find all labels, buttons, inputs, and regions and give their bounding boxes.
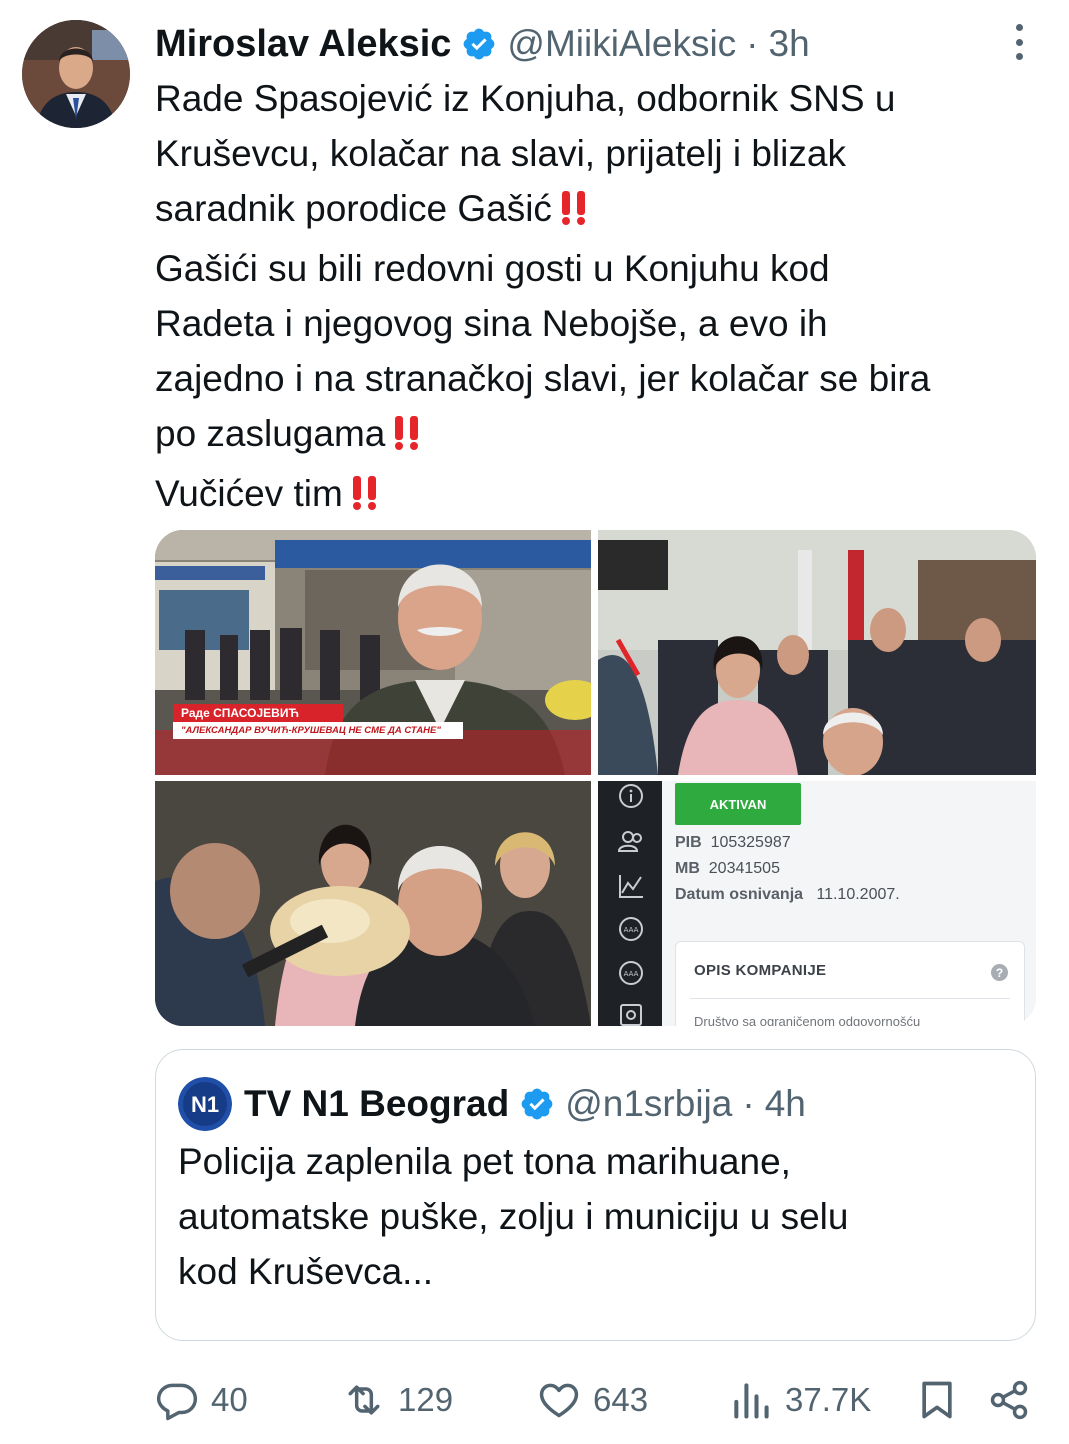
share-icon <box>987 1378 1031 1422</box>
tweet-line-text: po zaslugama <box>155 413 386 454</box>
document-icon <box>616 1001 646 1026</box>
reply-button[interactable]: 40 <box>155 1370 248 1430</box>
bookmark-icon <box>915 1378 959 1422</box>
tweet-line: Rade Spasojević iz Konjuha, odbornik SNS… <box>155 78 896 119</box>
media-photo-party-event[interactable] <box>598 530 1036 775</box>
like-button[interactable]: 643 <box>537 1370 648 1430</box>
founded-label: Datum osnivanja <box>675 886 804 903</box>
quoted-line: automatske puške, zolju i municiju u sel… <box>178 1196 849 1237</box>
media-photo-tv-interview[interactable]: Раде СПАСОЈЕВИЋ "АЛЕКСАНДАР ВУЧИЋ-КРУШЕВ… <box>155 530 591 775</box>
company-description-card: OPIS KOMPANIJE ? Društvo sa ograničenom … <box>675 941 1025 1026</box>
quoted-author-handle: @n1srbija <box>565 1083 733 1124</box>
pib-row: PIB 105325987 <box>675 834 791 852</box>
tweet-line-text: saradnik porodice Gašić <box>155 188 552 229</box>
mb-value: 20341505 <box>708 860 780 877</box>
media-company-registry[interactable]: AAA AAA AKTIVAN PIB 105325987 MB 2034150… <box>598 781 1036 1026</box>
quoted-tweet-time: 4h <box>764 1083 806 1124</box>
dot-separator: · <box>742 1083 755 1124</box>
founded-value: 11.10.2007. <box>816 886 900 903</box>
chart-line-icon <box>616 871 646 901</box>
tweet-line: saradnik porodice Gašić <box>155 181 1045 241</box>
tweet-line: Vučićev tim <box>155 466 1045 526</box>
retweet-count: 129 <box>398 1381 454 1418</box>
svg-text:AAA: AAA <box>624 926 639 934</box>
retweet-button[interactable]: 129 <box>342 1370 453 1430</box>
tweet-line: Gašići su bili redovni gosti u Konjuhu k… <box>155 248 830 289</box>
more-options-icon[interactable] <box>1009 22 1029 62</box>
quoted-line: Policija zaplenila pet tona marihuane, <box>178 1141 791 1182</box>
double-exclamation-emoji-icon <box>349 471 381 526</box>
svg-text:AAA: AAA <box>624 970 639 978</box>
rating-icon: AAA <box>616 958 646 988</box>
tweet-line: Kruševcu, kolačar na slavi, prijatelj i … <box>155 133 846 174</box>
tv-caption-quote: "АЛЕКСАНДАР ВУЧИЋ-КРУШЕВАЦ НЕ СМЕ ДА СТА… <box>173 722 463 739</box>
media-photo-bread-ritual[interactable] <box>155 781 591 1026</box>
tweet-line: Radeta i njegovog sina Nebojše, a evo ih <box>155 303 828 344</box>
media-grid: Раде СПАСОЈЕВИЋ "АЛЕКСАНДАР ВУЧИЋ-КРУШЕВ… <box>155 530 1036 1026</box>
quoted-header: TV N1 Beograd @n1srbija · 4h <box>244 1077 806 1131</box>
registry-sidebar: AAA AAA <box>598 781 662 1026</box>
retweet-icon <box>342 1378 386 1422</box>
views-chart-icon <box>729 1378 773 1422</box>
divider <box>690 998 1010 999</box>
tweet-header: Miroslav Aleksic @MiikiAleksic · 3h <box>155 20 810 68</box>
tweet-line: po zaslugama <box>155 406 1045 466</box>
help-icon[interactable]: ? <box>991 964 1008 981</box>
verified-badge-icon <box>519 1086 555 1122</box>
rating-icon: AAA <box>616 914 646 944</box>
quoted-author-name: TV N1 Beograd <box>244 1083 510 1124</box>
reply-count: 40 <box>211 1381 248 1418</box>
tweet-action-bar: 40 129 643 37.7K <box>155 1370 1035 1430</box>
description-text: Društvo sa ograničenom odgovornošću <box>694 1014 921 1026</box>
quoted-line: kod Kruševca... <box>178 1251 434 1292</box>
bookmark-button[interactable] <box>915 1370 959 1430</box>
tweet-line-text: Vučićev tim <box>155 473 343 514</box>
users-icon <box>616 827 646 857</box>
tv-caption-name: Раде СПАСОЈЕВИЋ <box>173 704 343 722</box>
info-icon <box>616 783 646 813</box>
tweet-line: zajedno i na stranačkoj slavi, jer kolač… <box>155 358 931 399</box>
tweet-time[interactable]: 3h <box>769 23 810 65</box>
reply-icon <box>155 1378 199 1422</box>
view-count: 37.7K <box>785 1381 872 1418</box>
founded-row: Datum osnivanja 11.10.2007. <box>675 886 900 904</box>
pib-label: PIB <box>675 834 702 851</box>
verified-badge-icon <box>461 26 497 62</box>
author-avatar[interactable] <box>22 20 130 128</box>
like-count: 643 <box>593 1381 649 1418</box>
double-exclamation-emoji-icon <box>558 186 590 241</box>
share-button[interactable] <box>987 1370 1031 1430</box>
views-button[interactable]: 37.7K <box>729 1370 871 1430</box>
dot-separator: · <box>746 23 759 64</box>
registry-body: AKTIVAN PIB 105325987 MB 20341505 Datum … <box>662 781 1036 1026</box>
tv-lower-third: Раде СПАСОЈЕВИЋ "АЛЕКСАНДАР ВУЧИЋ-КРУШЕВ… <box>173 704 473 739</box>
author-name[interactable]: Miroslav Aleksic <box>155 23 451 66</box>
tweet-body: Rade Spasojević iz Konjuha, odbornik SNS… <box>155 71 1045 526</box>
double-exclamation-emoji-icon <box>391 411 423 466</box>
description-title: OPIS KOMPANIJE <box>694 962 827 979</box>
quoted-tweet[interactable]: N1 TV N1 Beograd @n1srbija · 4h Policija… <box>155 1049 1036 1341</box>
n1-logo-avatar: N1 <box>178 1077 232 1131</box>
pib-value: 105325987 <box>710 834 791 851</box>
heart-icon <box>537 1378 581 1422</box>
mb-label: MB <box>675 860 700 877</box>
status-badge: AKTIVAN <box>675 783 801 825</box>
author-handle[interactable]: @MiikiAleksic <box>507 23 736 65</box>
quoted-tweet-body: Policija zaplenila pet tona marihuane, a… <box>178 1134 1018 1299</box>
n1-logo-text: N1 <box>191 1092 219 1117</box>
mb-row: MB 20341505 <box>675 860 780 878</box>
